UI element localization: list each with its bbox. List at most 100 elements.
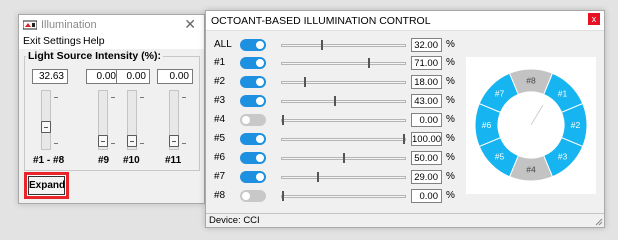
channel-row: #8 0.00 % (206, 188, 456, 204)
channel-value-field[interactable]: 71.00 (411, 56, 442, 70)
slider-thumb[interactable] (127, 135, 137, 147)
channel-9-value[interactable]: 0.00 (86, 69, 120, 84)
tick-mark (140, 97, 144, 98)
tick-mark (182, 143, 186, 144)
channel-row: #7 29.00 % (206, 169, 456, 185)
ring-pointer (530, 104, 544, 126)
channel-label: #6 (214, 152, 226, 163)
ring-segment-label: #3 (558, 151, 568, 161)
expand-button[interactable]: Expand (28, 176, 65, 195)
title-bar: OCTOANT-BASED ILLUMINATION CONTROL x (206, 11, 604, 31)
toggle-knob (256, 97, 264, 105)
window-title: Illumination (41, 19, 97, 31)
channel-value-field[interactable]: 32.00 (411, 38, 442, 52)
channel-row: #5 100.00 % (206, 131, 456, 147)
ring-segment-label: #5 (495, 151, 505, 161)
tick-mark (182, 97, 186, 98)
slider-thumb[interactable] (403, 134, 405, 144)
slider-thumb[interactable] (343, 153, 345, 163)
ring-segment-label: #6 (482, 120, 492, 130)
ring-segment-label: #8 (526, 76, 536, 86)
slider-thumb[interactable] (368, 58, 370, 68)
resize-grip-icon[interactable] (595, 218, 603, 226)
percent-sign: % (446, 190, 455, 201)
channel-label: #8 (214, 190, 226, 201)
slider-thumb[interactable] (304, 77, 306, 87)
channel-value-field[interactable]: 43.00 (411, 94, 442, 108)
window-title: OCTOANT-BASED ILLUMINATION CONTROL (211, 15, 431, 27)
illumination-window: Illumination ✕ Exit Settings Help Light … (18, 14, 205, 204)
percent-sign: % (446, 171, 455, 182)
channel-1-8-slider[interactable] (41, 90, 58, 150)
toggle-knob (256, 135, 264, 143)
channel-slider[interactable] (281, 96, 406, 106)
tick-mark (111, 143, 115, 144)
channel-label: #1 (214, 57, 226, 68)
channel-toggle[interactable] (240, 95, 266, 107)
channel-toggle[interactable] (240, 114, 266, 126)
toggle-knob (256, 59, 264, 67)
channel-10-value[interactable]: 0.00 (116, 69, 150, 84)
slider-thumb[interactable] (317, 172, 319, 182)
channel-9-slider[interactable] (98, 90, 115, 150)
channel-value-field[interactable]: 50.00 (411, 151, 442, 165)
channel-row: #6 50.00 % (206, 150, 456, 166)
channel-toggle[interactable] (240, 57, 266, 69)
toggle-knob (256, 41, 264, 49)
channel-toggle[interactable] (240, 76, 266, 88)
channel-value-field[interactable]: 18.00 (411, 75, 442, 89)
channel-slider[interactable] (281, 58, 406, 68)
toggle-knob (256, 78, 264, 86)
ring-segment-label: #7 (495, 89, 505, 99)
channel-slider[interactable] (281, 77, 406, 87)
channel-slider[interactable] (281, 191, 406, 201)
percent-sign: % (446, 133, 455, 144)
app-logo-icon (23, 20, 37, 30)
channel-toggle[interactable] (240, 39, 266, 51)
channel-row: #2 18.00 % (206, 74, 456, 90)
tick-mark (111, 97, 115, 98)
channel-toggle[interactable] (240, 152, 266, 164)
channel-value-field[interactable]: 0.00 (411, 113, 442, 127)
octant-ring[interactable]: #1 #2 #3 #4 #5 #6 #7 #8 (466, 57, 596, 194)
menu-exit[interactable]: Exit (23, 35, 41, 47)
channel-1-8-value[interactable]: 32.63 (32, 69, 68, 84)
channel-slider[interactable] (281, 153, 406, 163)
channel-slider[interactable] (281, 134, 406, 144)
toggle-knob (242, 192, 250, 200)
percent-sign: % (446, 114, 455, 125)
channel-value-field[interactable]: 0.00 (411, 189, 442, 203)
percent-sign: % (446, 39, 455, 50)
slider-thumb[interactable] (41, 121, 51, 133)
slider-thumb[interactable] (98, 135, 108, 147)
channel-11-value[interactable]: 0.00 (157, 69, 193, 84)
slider-thumb[interactable] (282, 191, 284, 201)
channel-11-slider[interactable] (169, 90, 186, 150)
slider-thumb[interactable] (169, 135, 179, 147)
channel-value-field[interactable]: 100.00 (411, 132, 442, 146)
channel-toggle[interactable] (240, 171, 266, 183)
channel-slider[interactable] (281, 172, 406, 182)
percent-sign: % (446, 152, 455, 163)
close-button[interactable]: ✕ (184, 16, 196, 33)
tick-mark (54, 143, 58, 144)
channel-slider[interactable] (281, 40, 406, 50)
slider-thumb[interactable] (321, 40, 323, 50)
channel-value-field[interactable]: 29.00 (411, 170, 442, 184)
channel-toggle[interactable] (240, 190, 266, 202)
channel-slider[interactable] (281, 115, 406, 125)
percent-sign: % (446, 76, 455, 87)
slider-thumb[interactable] (334, 96, 336, 106)
menu-help[interactable]: Help (83, 35, 105, 47)
octant-ring-panel: #1 #2 #3 #4 #5 #6 #7 #8 (466, 57, 596, 194)
channel-row: ALL 32.00 % (206, 37, 456, 53)
menu-settings[interactable]: Settings (43, 35, 81, 47)
slider-thumb[interactable] (282, 115, 284, 125)
toggle-knob (242, 116, 250, 124)
channel-toggle[interactable] (240, 133, 266, 145)
channel-11-label: #11 (165, 155, 182, 166)
toggle-knob (256, 173, 264, 181)
status-bar: Device: CCI (206, 213, 604, 227)
close-button[interactable]: x (588, 13, 600, 25)
channel-10-slider[interactable] (127, 90, 144, 150)
